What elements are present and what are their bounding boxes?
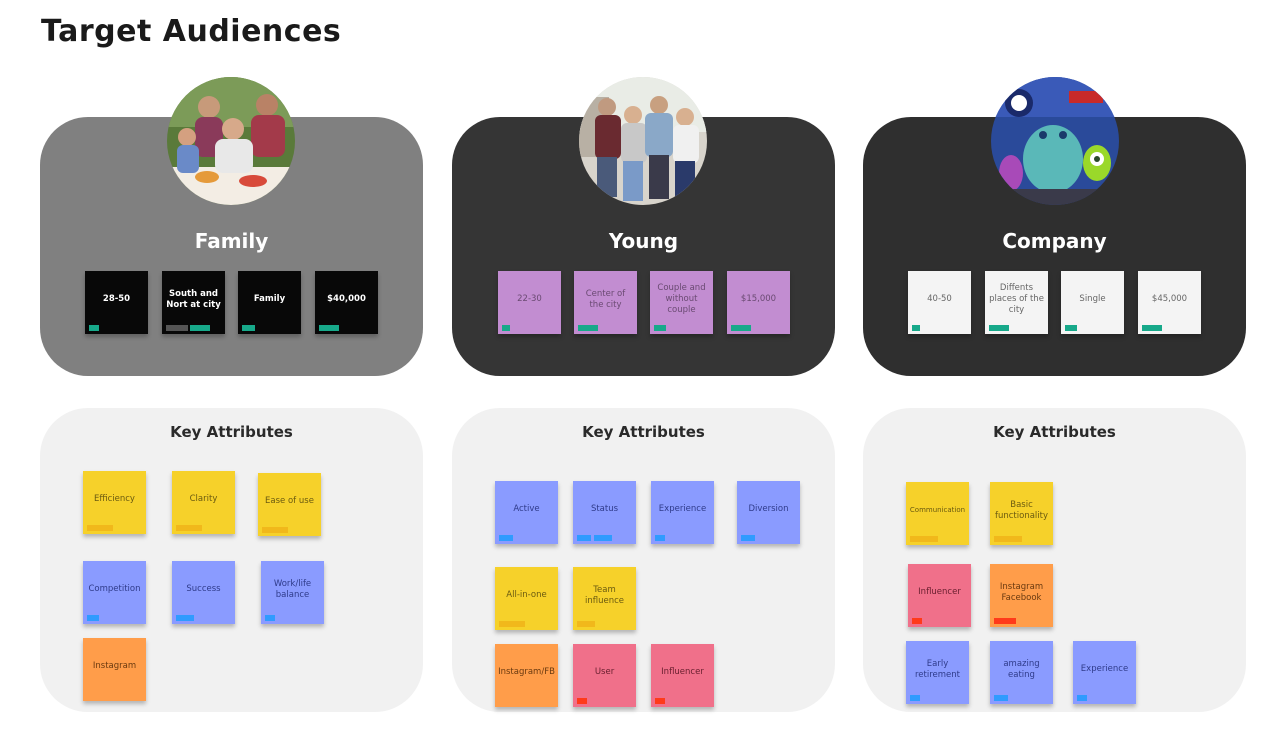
sticky-note[interactable]: Influencer: [908, 564, 971, 627]
sticky-note[interactable]: Experience: [651, 481, 714, 544]
tag-marker: [994, 536, 1022, 542]
monsters-inc-photo: [991, 77, 1119, 205]
sticky-note[interactable]: $45,000: [1138, 271, 1201, 334]
tag-marker: [1077, 695, 1087, 701]
tag-marker: [265, 615, 275, 621]
audience-title: Young: [608, 229, 679, 253]
tag-marker: [89, 325, 99, 331]
audience-title: Family: [194, 229, 269, 253]
sticky-note[interactable]: Work/life balance: [261, 561, 324, 624]
tag-marker: [502, 325, 510, 331]
tag-marker: [499, 535, 513, 541]
page-title: Target Audiences: [41, 14, 342, 49]
sticky-note[interactable]: amazing eating: [990, 641, 1053, 704]
tag-marker: [262, 527, 288, 533]
sticky-note[interactable]: Clarity: [172, 471, 235, 534]
sticky-note[interactable]: Early retirement: [906, 641, 969, 704]
key-attributes-title: Key Attributes: [582, 423, 705, 441]
tag-marker: [578, 325, 598, 331]
sticky-note[interactable]: $15,000: [727, 271, 790, 334]
sticky-note[interactable]: Active: [495, 481, 558, 544]
key-attributes-panel-young[interactable]: Key Attributes Active Status Experience …: [452, 408, 835, 712]
family-photo: [167, 77, 295, 205]
sticky-note[interactable]: All-in-one: [495, 567, 558, 630]
tag-marker: [166, 325, 188, 331]
sticky-note[interactable]: Instagram/FB: [495, 644, 558, 707]
young-people-photo: [579, 77, 707, 205]
tag-marker: [577, 698, 587, 704]
tag-marker: [87, 525, 113, 531]
tag-marker: [87, 615, 99, 621]
key-attributes-panel-family[interactable]: Key Attributes Efficiency Clarity Ease o…: [40, 408, 423, 712]
sticky-note[interactable]: 22-30: [498, 271, 561, 334]
tag-marker: [176, 525, 202, 531]
sticky-note[interactable]: Success: [172, 561, 235, 624]
sticky-note[interactable]: Family: [238, 271, 301, 334]
sticky-note[interactable]: Basic functionality: [990, 482, 1053, 545]
tag-marker: [910, 536, 938, 542]
sticky-note[interactable]: Diversion: [737, 481, 800, 544]
sticky-note[interactable]: Experience: [1073, 641, 1136, 704]
sticky-note[interactable]: $40,000: [315, 271, 378, 334]
sticky-note[interactable]: Single: [1061, 271, 1124, 334]
sticky-note[interactable]: 28-50: [85, 271, 148, 334]
sticky-note[interactable]: Competition: [83, 561, 146, 624]
tag-marker: [655, 535, 665, 541]
sticky-note[interactable]: Ease of use: [258, 473, 321, 536]
tag-marker: [655, 698, 665, 704]
tag-marker: [912, 618, 922, 624]
sticky-note[interactable]: Instagram: [83, 638, 146, 701]
sticky-note[interactable]: 40-50: [908, 271, 971, 334]
tag-marker: [994, 618, 1016, 624]
sticky-note[interactable]: Center of the city: [574, 271, 637, 334]
tag-marker: [741, 535, 755, 541]
sticky-note[interactable]: Diffents places of the city: [985, 271, 1048, 334]
key-attributes-title: Key Attributes: [170, 423, 293, 441]
tag-marker: [577, 621, 595, 627]
sticky-note[interactable]: Instagram Facebook: [990, 564, 1053, 627]
tag-marker: [989, 325, 1009, 331]
sticky-note[interactable]: Status: [573, 481, 636, 544]
key-attributes-title: Key Attributes: [993, 423, 1116, 441]
tag-marker: [499, 621, 525, 627]
tag-marker: [319, 325, 339, 331]
tag-marker: [654, 325, 666, 331]
sticky-note[interactable]: Couple and without couple: [650, 271, 713, 334]
tag-marker: [242, 325, 255, 331]
sticky-note[interactable]: Influencer: [651, 644, 714, 707]
sticky-note[interactable]: Efficiency: [83, 471, 146, 534]
key-attributes-panel-company[interactable]: Key Attributes Communication Basic funct…: [863, 408, 1246, 712]
tag-marker: [1065, 325, 1077, 331]
tag-marker: [594, 535, 612, 541]
tag-marker: [910, 695, 920, 701]
audience-title: Company: [1002, 229, 1107, 253]
tag-marker: [190, 325, 210, 331]
tag-marker: [912, 325, 920, 331]
tag-marker: [1142, 325, 1162, 331]
sticky-note[interactable]: Team influence: [573, 567, 636, 630]
tag-marker: [577, 535, 591, 541]
tag-marker: [176, 615, 194, 621]
sticky-note[interactable]: Communication: [906, 482, 969, 545]
sticky-note[interactable]: South and Nort at city: [162, 271, 225, 334]
tag-marker: [994, 695, 1008, 701]
sticky-note[interactable]: User: [573, 644, 636, 707]
tag-marker: [731, 325, 751, 331]
